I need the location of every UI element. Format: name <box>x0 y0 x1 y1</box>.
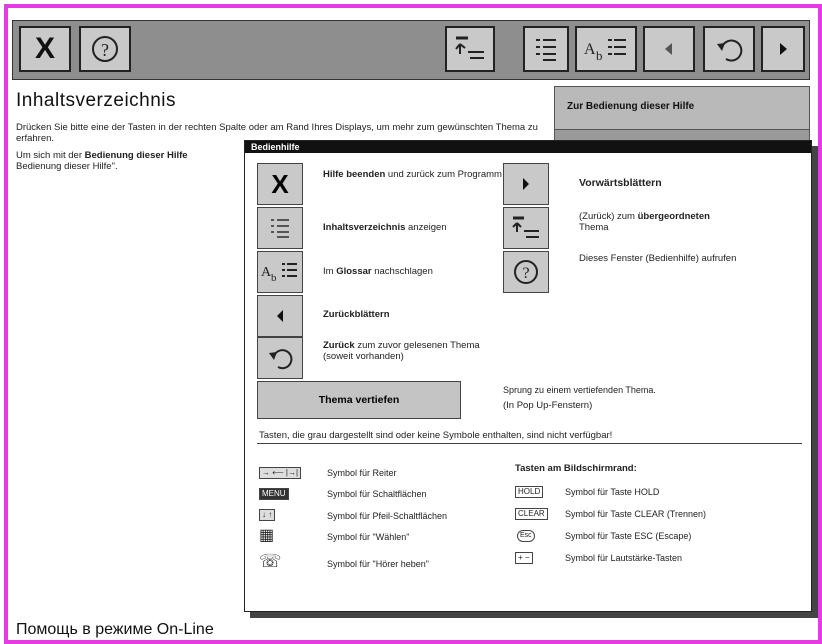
tab-symbol: → ⟵ |→| <box>259 467 302 479</box>
svg-text:?: ? <box>101 40 109 60</box>
popup-item-close: Hilfe beenden und zurück zum Programm <box>323 169 502 180</box>
popup-back-button[interactable] <box>257 337 303 379</box>
popup-item-back: Zurück zum zuvor gelesenen Thema (soweit… <box>323 340 480 362</box>
popup-item-contents: Inhaltsverzeichnis anzeigen <box>323 222 447 233</box>
back-button[interactable] <box>703 26 755 72</box>
previous-page-button[interactable] <box>643 26 695 72</box>
popup-item-next: Vorwärtsblättern <box>579 177 662 189</box>
arrow-buttons-symbol: ↓ ↑ <box>259 509 276 521</box>
parent-topic-icon <box>512 216 539 238</box>
popup-title: Bedienhilfe <box>245 141 811 153</box>
list-icon <box>536 39 556 61</box>
help-link[interactable]: Bedienung dieser Hilfe <box>85 150 188 161</box>
page-title: Inhaltsverzeichnis <box>16 90 177 111</box>
legend-tab-text: Symbol für Reiter <box>327 468 397 478</box>
svg-text:A: A <box>584 41 596 58</box>
glossary-button[interactable]: Ab <box>575 26 637 72</box>
close-button[interactable]: X <box>19 26 71 72</box>
popup-parent-topic-button[interactable] <box>503 207 549 249</box>
popup-close-button[interactable]: X <box>257 163 303 205</box>
contents-button[interactable] <box>523 26 569 72</box>
legend-hold-text: Symbol für Taste HOLD <box>565 487 660 497</box>
legend-right-title: Tasten am Bildschirmrand: <box>515 463 637 474</box>
svg-text:?: ? <box>522 265 529 282</box>
legend-esc-text: Symbol für Taste ESC (Escape) <box>565 531 692 541</box>
undo-arrow-icon <box>269 349 293 370</box>
legend-volume-text: Symbol für Lautstärke-Tasten <box>565 553 683 563</box>
esc-symbol: Esc <box>517 530 535 542</box>
help-button[interactable]: ? <box>79 26 131 72</box>
triangle-left-icon <box>665 43 672 55</box>
dial-pad-icon: ▦ <box>259 527 275 544</box>
availability-note: Tasten, die grau dargestellt sind oder k… <box>259 430 613 441</box>
triangle-right-icon <box>523 178 529 190</box>
legend-arrow-text: Symbol für Pfeil-Schaltflächen <box>327 511 448 521</box>
svg-text:b: b <box>271 272 277 284</box>
popup-item-help: Dieses Fenster (Bedienhilfe) aufrufen <box>579 253 737 264</box>
popup-item-previous: Zurückblättern <box>323 309 390 320</box>
parent-topic-icon <box>455 36 484 59</box>
svg-text:b: b <box>596 48 603 63</box>
popup-item-glossary: Im Glossar nachschlagen <box>323 266 433 277</box>
popup-help-button[interactable]: ? <box>503 251 549 293</box>
deepen-topic-button[interactable]: Thema vertiefen <box>257 381 461 419</box>
undo-arrow-icon <box>717 39 743 62</box>
legend-handset-text: Symbol für "Hörer heben" <box>327 559 429 569</box>
deepen-topic-desc-2: (In Pop Up-Fenstern) <box>503 400 593 411</box>
menu-symbol: MENU <box>259 488 289 500</box>
legend-button-text: Symbol für Schaltflächen <box>327 489 427 499</box>
next-page-button[interactable] <box>761 26 805 72</box>
help-popup: Bedienhilfe X Ab Hilfe beenden und zurüc… <box>244 140 812 612</box>
popup-glossary-button[interactable]: Ab <box>257 251 303 293</box>
phone-handset-icon: ☏ <box>259 551 282 571</box>
glossary-icon: Ab <box>261 263 297 284</box>
parent-topic-button[interactable] <box>445 26 495 72</box>
help-icon: ? <box>514 260 538 284</box>
popup-item-parent: (Zurück) zum übergeordneten Thema <box>579 211 710 233</box>
clear-symbol: CLEAR <box>515 508 548 520</box>
legend-dial-text: Symbol für "Wählen" <box>327 532 410 542</box>
divider <box>257 443 802 444</box>
toolbar: X ? Ab <box>12 20 810 80</box>
legend-clear-text: Symbol für Taste CLEAR (Trennen) <box>565 509 707 519</box>
figure-caption: Помощь в режиме On-Line <box>16 621 214 638</box>
triangle-left-icon <box>277 310 283 322</box>
popup-previous-button[interactable] <box>257 295 303 337</box>
popup-contents-button[interactable] <box>257 207 303 249</box>
close-icon: X <box>271 168 289 199</box>
help-usage-button[interactable]: Zur Bedienung dieser Hilfe <box>554 86 810 130</box>
list-icon <box>271 219 289 238</box>
popup-next-button[interactable] <box>503 163 549 205</box>
help-icon: ? <box>92 36 118 62</box>
close-icon: X <box>34 32 55 65</box>
glossary-icon: Ab <box>584 39 626 63</box>
triangle-right-icon <box>780 43 787 55</box>
help-usage-label: Zur Bedienung dieser Hilfe <box>567 101 695 112</box>
deepen-topic-desc-1: Sprung zu einem vertiefenden Thema. <box>503 385 656 395</box>
volume-symbol: + − <box>515 552 533 564</box>
hold-symbol: HOLD <box>515 486 544 498</box>
